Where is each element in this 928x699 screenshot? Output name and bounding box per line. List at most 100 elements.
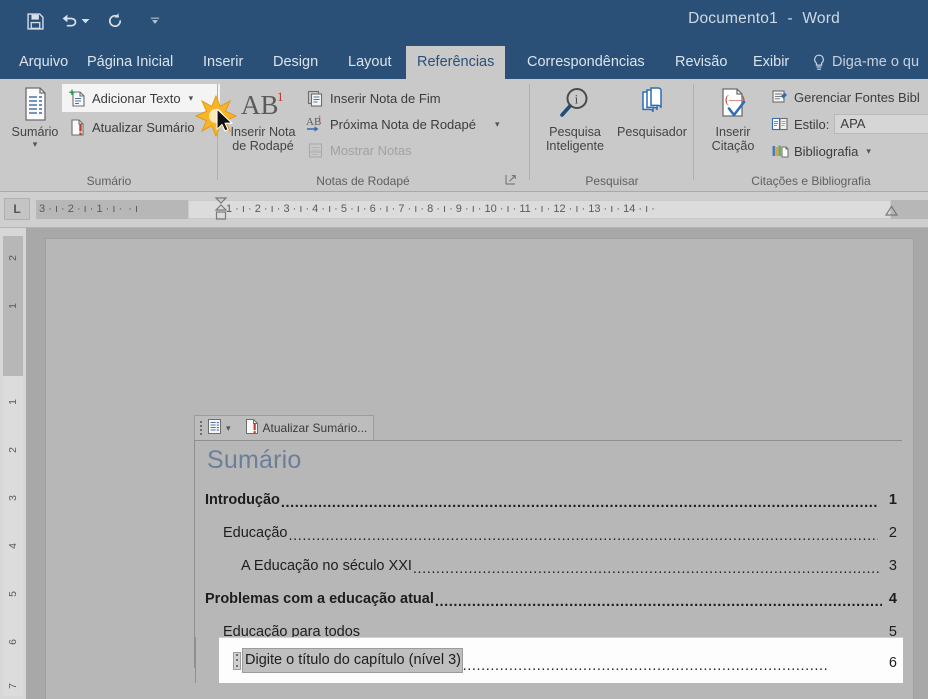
vruler-mark-1: 1 (7, 303, 19, 309)
toc-entry-3-text: A Educação no século XXI (241, 557, 412, 574)
toc-icon (19, 83, 51, 125)
vruler-mark-3: 2 (7, 447, 19, 453)
toc-entry-4[interactable]: Problemas com a educação atual .........… (195, 583, 903, 614)
toc-styles-dropdown-icon[interactable]: ▾ (226, 423, 231, 434)
toc-entry-4-leader: ........................................… (434, 593, 882, 610)
vruler-mark-6: 5 (7, 591, 19, 597)
toc-entry-4-text: Problemas com a educação atual (205, 590, 434, 607)
tab-referencias[interactable]: Referências (406, 46, 506, 79)
show-notes-icon (306, 141, 325, 160)
atualizar-sumario-label: Atualizar Sumário (92, 119, 195, 135)
toc-control-toolbar[interactable]: ▾ Atualizar Sumário... (194, 415, 375, 440)
ruler-marks-right: 1 · ı · 2 · ı · 3 · ı · 4 · ı · 5 · ı · … (226, 203, 655, 215)
document-page[interactable]: ▾ Atualizar Sumário... Sumário Introduçã… (45, 238, 914, 699)
proxima-nota-de-rodape-label: Próxima Nota de Rodapé (330, 116, 476, 132)
bibliografia-label: Bibliografia (794, 143, 859, 159)
next-footnote-icon: AB 1 (306, 115, 325, 134)
group-label-notas-de-rodape: Notas de Rodapé (316, 174, 410, 188)
toc-entry-4-page: 4 (888, 590, 897, 607)
smart-lookup-icon: i (555, 83, 595, 125)
tab-correspondencias[interactable]: Correspondências (516, 46, 656, 79)
inserir-nota-de-fim-button[interactable]: Inserir Nota de Fim (306, 86, 441, 110)
window-title: Documento1 - Word (0, 10, 928, 28)
vruler-mark-8: 7 (7, 683, 19, 689)
toc-entry-3-leader: ........................................… (412, 560, 882, 577)
toc-entry-1-page: 1 (888, 491, 897, 508)
vruler-mark-0: 2 (7, 255, 19, 261)
svg-text:i: i (575, 92, 579, 107)
pesquisador-button[interactable]: Pesquisador (614, 83, 690, 139)
horizontal-ruler[interactable]: L 3 · ı · 2 · ı · 1 · ı · · ı 1 · ı · 2 … (0, 192, 928, 228)
app-name: Word (802, 10, 840, 27)
toc-entry-1[interactable]: Introdução .............................… (195, 484, 903, 515)
mostrar-notas-label: Mostrar Notas (330, 142, 412, 158)
toc-entry-3-page: 3 (888, 557, 897, 574)
ribbon-group-citacoes: (—) Inserir Citação Gerenciar Fontes Bib… (694, 79, 928, 191)
tab-arquivo[interactable]: Arquivo (8, 46, 79, 79)
inserir-nota-de-fim-label: Inserir Nota de Fim (330, 90, 441, 106)
ribbon-group-notas-de-rodape: AB 1 Inserir Nota de Rodapé Inserir Nota… (218, 79, 530, 191)
lightbulb-icon (814, 54, 824, 70)
tab-inserir[interactable]: Inserir (192, 46, 254, 79)
update-field-icon[interactable] (245, 418, 259, 438)
tab-exibir[interactable]: Exibir (742, 46, 800, 79)
title-separator: - (787, 10, 793, 27)
adicionar-texto-button[interactable]: Adicionar Texto ▾ (68, 86, 193, 110)
proxima-nota-dropdown-icon[interactable]: ▾ (495, 119, 500, 130)
tab-layout[interactable]: Layout (337, 46, 403, 79)
tab-design[interactable]: Design (262, 46, 329, 79)
indent-markers[interactable] (213, 196, 229, 224)
chapter-title-content-control[interactable]: Digite o título do capítulo (nível 3) (233, 647, 464, 674)
pesquisador-label-1: Pesquisador (616, 125, 687, 139)
update-toc-icon (68, 118, 87, 137)
inserir-citacao-label-1: Inserir (715, 125, 751, 139)
sumario-button-label: Sumário (11, 125, 59, 139)
toc-entry-3[interactable]: A Educação no século XXI ...............… (195, 550, 903, 581)
estilo-combo[interactable]: Estilo: APA (770, 112, 928, 136)
proxima-nota-de-rodape-button[interactable]: AB 1 Próxima Nota de Rodapé ▾ (306, 112, 500, 136)
notas-dialog-launcher[interactable] (505, 174, 516, 188)
endnote-icon (306, 89, 325, 108)
bibliografia-button[interactable]: Bibliografia ▾ (770, 139, 871, 163)
bibliografia-dropdown-icon[interactable]: ▾ (866, 146, 871, 157)
toc-entry-2[interactable]: Educação ...............................… (195, 517, 903, 548)
inserir-citacao-button[interactable]: (—) Inserir Citação (698, 83, 768, 153)
tab-revisao[interactable]: Revisão (664, 46, 738, 79)
atualizar-sumario-control-label[interactable]: Atualizar Sumário... (263, 421, 368, 435)
gerenciar-fontes-label: Gerenciar Fontes Bibl (794, 89, 920, 105)
estilo-value[interactable]: APA (834, 114, 928, 134)
tell-me-box[interactable]: Diga-me o qu (812, 46, 919, 79)
pesquisa-inteligente-button[interactable]: i Pesquisa Inteligente (538, 83, 612, 153)
chapter-title-placeholder[interactable]: Digite o título do capítulo (nível 3) (242, 648, 464, 673)
toc-entry-2-text: Educação (223, 524, 288, 541)
content-control-handle-icon[interactable] (233, 651, 241, 670)
sumario-button[interactable]: Sumário ▾ (4, 83, 66, 149)
toc-body[interactable]: Sumário Introdução .....................… (194, 440, 903, 683)
sumario-dropdown-icon[interactable]: ▾ (33, 139, 38, 149)
word-window: Documento1 - Word Arquivo Página Inicial… (0, 0, 928, 699)
atualizar-sumario-button[interactable]: Atualizar Sumário (68, 115, 195, 139)
insert-citation-icon: (—) (714, 83, 752, 125)
tab-stop-selector[interactable]: L (4, 198, 30, 220)
toc-entry-2-leader: ........................................… (288, 527, 878, 544)
footnote-ab-icon: AB 1 (237, 83, 289, 125)
toc-entry-active-leader: ........................................… (458, 657, 829, 674)
mostrar-notas-button: Mostrar Notas (306, 138, 412, 162)
vruler-mark-5: 4 (7, 543, 19, 549)
tell-me-label: Diga-me o qu (832, 54, 920, 70)
pesquisa-inteligente-label-1: Pesquisa (549, 125, 601, 139)
right-indent-marker[interactable] (884, 205, 899, 217)
group-label-citacoes: Citações e Bibliografia (751, 174, 871, 188)
adicionar-texto-dropdown-icon[interactable]: ▾ (189, 93, 194, 104)
document-name: Documento1 (688, 10, 778, 27)
tab-pagina-inicial[interactable]: Página Inicial (76, 46, 184, 79)
drag-handle-icon[interactable] (198, 420, 203, 436)
gerenciar-fontes-button[interactable]: Gerenciar Fontes Bibl (770, 85, 920, 109)
ribbon-tabs: Arquivo Página Inicial Inserir Design La… (0, 46, 928, 79)
document-canvas[interactable]: ▾ Atualizar Sumário... Sumário Introduçã… (26, 228, 928, 699)
vruler-mark-4: 3 (7, 495, 19, 501)
vruler-mark-7: 6 (7, 639, 19, 645)
toc-styles-icon[interactable] (207, 418, 222, 438)
toc-entry-1-leader: ........................................… (280, 494, 878, 511)
vertical-ruler[interactable]: 2 1 1 2 3 4 5 6 7 (0, 228, 26, 699)
